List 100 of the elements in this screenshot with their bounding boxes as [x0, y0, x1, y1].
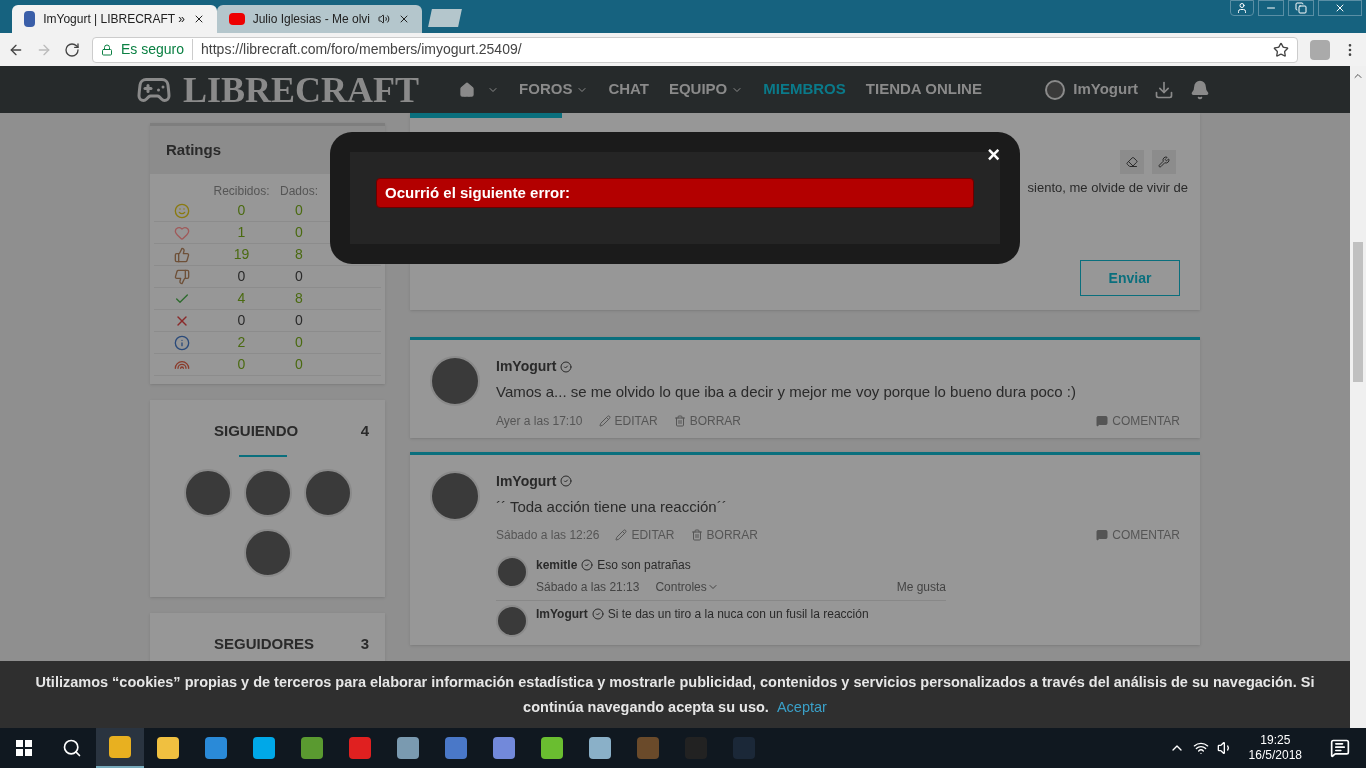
user-avatar — [1045, 79, 1066, 100]
app-icon — [301, 737, 323, 759]
app-icon — [205, 737, 227, 759]
browser-tab[interactable]: Julio Iglesias - Me olvi — [217, 5, 422, 33]
app-icon — [253, 737, 275, 759]
scrollbar-thumb[interactable] — [1353, 242, 1363, 382]
nav-item[interactable]: FOROS — [519, 78, 589, 101]
given-count: 0 — [294, 267, 304, 286]
comment-author[interactable]: ImYogurt — [536, 605, 588, 623]
speech-bubble-icon — [1096, 529, 1109, 541]
restore-button[interactable] — [1288, 0, 1314, 16]
new-tab-button[interactable] — [428, 9, 462, 27]
thumbs-up-icon — [173, 246, 190, 263]
column-header: Dados: — [279, 183, 319, 200]
received-count: 1 — [236, 223, 247, 242]
eraser-icon — [1126, 156, 1138, 168]
received-count: 0 — [236, 311, 247, 330]
notifications-icon[interactable] — [1330, 738, 1350, 758]
scrollbar[interactable] — [1350, 66, 1366, 728]
app-icon — [589, 737, 611, 759]
verified-icon — [560, 475, 573, 487]
post-author[interactable]: ImYogurt — [496, 470, 557, 492]
trash-icon — [690, 529, 703, 541]
post-text: Vamos a... se me olvido lo que iba a decir y mejor me voy porque lo bueno dura poco :) — [496, 382, 1078, 402]
tab-title: ImYogurt | LIBRECRAFT » — [43, 11, 185, 28]
following-count: 4 — [360, 421, 369, 441]
delete-button[interactable]: BORRAR — [690, 526, 758, 544]
followers-count: 3 — [360, 633, 369, 654]
close-icon — [1334, 2, 1346, 14]
tab-title: Julio Iglesias - Me olvi — [252, 11, 370, 28]
search-icon[interactable] — [62, 738, 82, 758]
commenter-avatar — [496, 556, 528, 588]
comment-author[interactable]: kemitle — [536, 556, 578, 574]
user-avatar — [430, 356, 480, 406]
browser-tab[interactable]: ImYogurt | LIBRECRAFT » — [12, 5, 217, 33]
home-icon[interactable] — [459, 81, 476, 98]
app-icon — [637, 737, 659, 759]
accept-link[interactable]: Aceptar — [776, 698, 827, 715]
inbox-icon[interactable] — [1154, 79, 1174, 100]
restore-icon — [1295, 2, 1307, 14]
received-count: 2 — [236, 333, 247, 352]
speaker-icon — [378, 13, 390, 25]
app-icon — [541, 737, 563, 759]
comment-text: Eso son patrañas — [597, 557, 691, 574]
security-label: Es seguro — [121, 39, 194, 60]
close-tab-icon[interactable] — [193, 13, 205, 25]
clock-date[interactable]: 16/5/2018 — [1248, 748, 1302, 763]
wifi-icon[interactable] — [1192, 740, 1209, 756]
app-icon — [349, 737, 371, 759]
delete-button[interactable]: BORRAR — [673, 411, 741, 430]
given-count: 0 — [294, 333, 304, 352]
wrench-icon — [1158, 156, 1170, 168]
given-count: 0 — [294, 223, 304, 242]
bookmark-star-icon[interactable] — [1273, 41, 1289, 58]
nav-item[interactable]: CHAT — [608, 78, 649, 101]
error-message: Ocurrió el siguiente error: — [385, 182, 571, 203]
received-count: 4 — [236, 289, 247, 308]
nav-item[interactable]: MIEMBROS — [763, 78, 846, 101]
site-logo[interactable]: LIBRECRAFT — [183, 71, 420, 108]
address-field[interactable]: Es seguro https://librecraft.com/foro/members/imyogurt.25409/ — [92, 36, 1298, 63]
cookie-notice: Utilizamos “cookies” propias y de terceros para elaborar información estadística y mostrarle publicidad, contenidos y servicios personalizados a través del análisis de su navegación. Si continúa navegando acepta su uso. Aceptar — [34, 672, 1316, 717]
user-name[interactable]: ImYogurt — [1073, 78, 1138, 101]
post-author[interactable]: ImYogurt — [496, 356, 557, 377]
clock-time[interactable]: 19:25 — [1260, 733, 1291, 748]
app-icon — [445, 737, 467, 759]
nav-item[interactable]: TIENDA ONLINE — [865, 78, 982, 101]
close-button[interactable]: × — [987, 144, 1000, 166]
bell-icon[interactable] — [1190, 79, 1210, 100]
eraser-button[interactable] — [1120, 150, 1144, 174]
given-count: 8 — [294, 289, 304, 308]
minimize-button[interactable] — [1258, 0, 1284, 16]
comment-button[interactable]: COMENTAR — [1096, 411, 1180, 430]
edit-button[interactable]: EDITAR — [598, 411, 658, 430]
post-text: ´´ Toda acción tiene una reacción´´ — [496, 496, 728, 517]
profile-button[interactable] — [1230, 0, 1254, 16]
card-title: SEGUIDORES — [214, 633, 315, 654]
editor-text[interactable]: siento, me olvide de vivir de — [1027, 178, 1188, 198]
given-count: 0 — [294, 201, 304, 220]
comment-text: Si te das un tiro a la nuca con un fusil la reacción — [607, 606, 869, 623]
info-icon — [173, 334, 190, 351]
received-count: 0 — [236, 201, 247, 220]
video-favicon — [229, 13, 245, 25]
like-link[interactable]: Me gusta — [896, 578, 946, 596]
commenter-avatar — [496, 605, 528, 637]
given-count: 0 — [294, 311, 304, 330]
nav-item[interactable]: EQUIPO — [668, 78, 744, 101]
pencil-icon — [598, 414, 611, 427]
app-icon — [493, 737, 515, 759]
reload-icon[interactable] — [64, 41, 80, 58]
verified-icon — [560, 360, 573, 373]
received-count: 19 — [232, 245, 251, 264]
card-title: SIGUIENDO — [214, 421, 299, 441]
trash-icon — [673, 414, 686, 427]
lock-icon — [101, 43, 113, 56]
edit-button[interactable]: EDITAR — [615, 526, 675, 544]
controls-dropdown[interactable]: Controles — [655, 578, 719, 596]
heart-icon — [173, 224, 190, 241]
comment-button[interactable]: COMENTAR — [1096, 526, 1180, 544]
close-tab-icon[interactable] — [398, 13, 410, 25]
taskbar-app-icon[interactable] — [96, 728, 144, 768]
